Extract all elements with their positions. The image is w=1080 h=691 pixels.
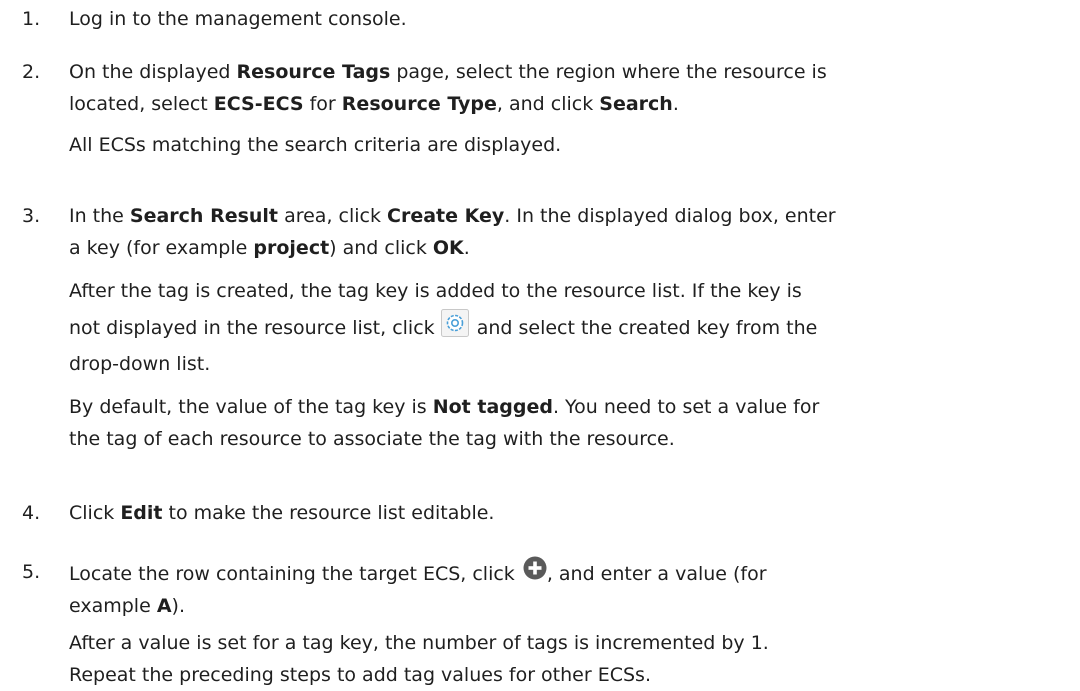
step-5-note: After a value is set for a tag key, the … [22, 618, 1080, 691]
step-note: All ECSs matching the search criteria ar… [69, 134, 562, 156]
ui-term: Not tagged [432, 396, 553, 418]
step-note: By default, the value of the tag key is … [69, 396, 820, 450]
ui-term: A [156, 595, 172, 617]
ui-term: Search [599, 93, 673, 115]
step-text: Click Edit to make the resource list edi… [69, 502, 495, 524]
gear-icon [440, 309, 469, 337]
step-5: 5. Locate the row containing the target … [22, 556, 1080, 622]
step-note: After a value is set for a tag key, the … [69, 632, 769, 686]
step-4: 4. Click Edit to make the resource list … [22, 497, 1080, 529]
step-number: 1. [22, 8, 41, 30]
ui-term: Create Key [387, 205, 505, 227]
step-1: 1. Log in to the management console. [22, 3, 1080, 35]
ui-term: OK [432, 237, 464, 259]
add-circle-icon [523, 556, 547, 580]
step-number: 2. [22, 61, 41, 83]
ui-term: project [253, 237, 330, 259]
step-text: Locate the row containing the target ECS… [69, 556, 1080, 622]
step-number: 5. [22, 561, 41, 583]
step-text: Log in to the management console. [69, 8, 407, 30]
step-number: 3. [22, 205, 41, 227]
step-text: In the Search Result area, click Create … [69, 205, 836, 259]
ui-term: ECS-ECS [213, 93, 304, 115]
step-3: 3. In the Search Result area, click Crea… [22, 200, 1080, 455]
step-2: 2. On the displayed Resource Tags page, … [22, 56, 1080, 161]
ui-term: Search Result [129, 205, 279, 227]
step-number: 4. [22, 502, 41, 524]
ui-term: Resource Type [341, 93, 497, 115]
step-text: On the displayed Resource Tags page, sel… [69, 61, 827, 115]
document-body: 1. Log in to the management console. 2. … [0, 0, 1080, 686]
step-note: After the tag is created, the tag key is… [69, 280, 818, 375]
ui-term: Resource Tags [236, 61, 391, 83]
ui-term: Edit [120, 502, 163, 524]
